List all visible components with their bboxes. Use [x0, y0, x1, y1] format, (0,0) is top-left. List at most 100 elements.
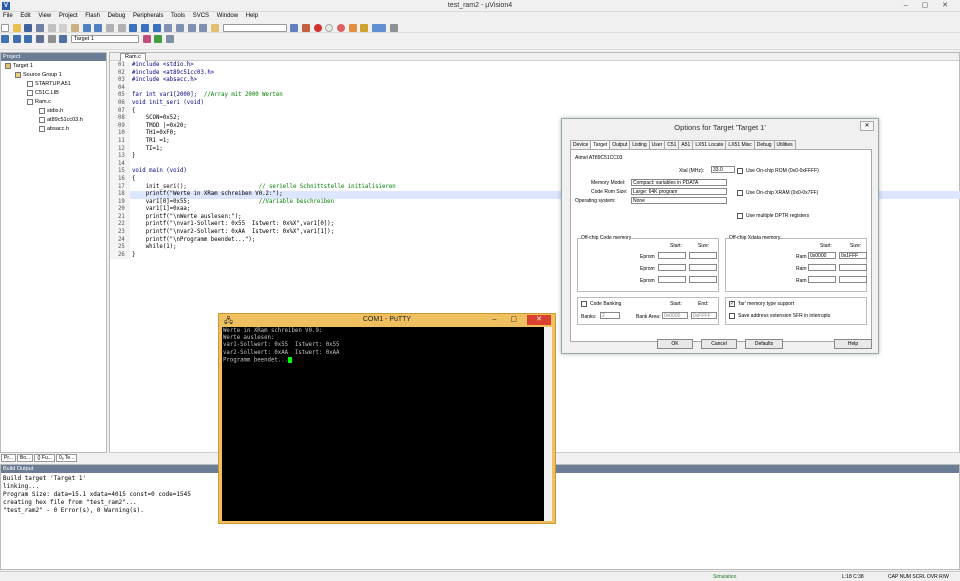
code-line[interactable]: 02 #include <at89c51cc03.h> — [110, 69, 960, 78]
dialog-close-button[interactable]: ✕ — [860, 121, 874, 131]
code-line[interactable]: 04 — [110, 84, 960, 93]
ram-size-3[interactable] — [839, 276, 867, 283]
tab-functions[interactable]: {} Fu... — [34, 454, 55, 462]
tree-target[interactable]: Target 1 — [5, 62, 106, 71]
wrench-icon[interactable] — [389, 24, 398, 32]
save-ext-checkbox[interactable] — [729, 313, 735, 319]
save-all-icon[interactable] — [36, 24, 45, 32]
terminal-output[interactable]: Werte in XRam schreiben V0.9: Werte ausle… — [222, 327, 544, 521]
window-controls[interactable]: – ▢ ✕ — [904, 1, 954, 9]
menu-tools[interactable]: Tools — [168, 12, 188, 20]
comment-icon[interactable] — [187, 24, 196, 32]
breakpoint-icon[interactable] — [325, 24, 334, 32]
eprom-size-2[interactable] — [689, 264, 717, 271]
new-file-icon[interactable] — [1, 24, 9, 32]
dptr-checkbox[interactable] — [737, 213, 743, 219]
xtal-input[interactable]: 33.0 — [711, 166, 735, 173]
stop-build-icon[interactable] — [47, 35, 56, 43]
target-options-icon[interactable] — [142, 35, 151, 43]
menu-flash[interactable]: Flash — [82, 12, 103, 20]
memory-model-select[interactable]: Compact: variables in PDATA — [631, 179, 727, 186]
tree-include[interactable]: at89c51cc03.h — [5, 116, 106, 125]
onchip-rom-checkbox[interactable] — [737, 168, 743, 174]
build-icon[interactable] — [12, 35, 21, 43]
translate-icon[interactable] — [1, 35, 9, 43]
save-icon[interactable] — [24, 24, 33, 32]
select-packs-icon[interactable] — [166, 35, 175, 43]
onchip-xram-checkbox[interactable] — [737, 190, 743, 196]
find-icon[interactable] — [290, 24, 299, 32]
copy-icon[interactable] — [59, 24, 68, 32]
ram-start-3[interactable] — [808, 276, 836, 283]
tab-templates[interactable]: 0ₐ Te... — [55, 454, 78, 462]
cancel-button[interactable]: Cancel — [701, 339, 737, 349]
menu-help[interactable]: Help — [243, 12, 261, 20]
menu-peripherals[interactable]: Peripherals — [130, 12, 166, 20]
bank-end-input[interactable]: 0xFFFF — [691, 312, 717, 319]
paste-icon[interactable] — [71, 24, 80, 32]
menu-edit[interactable]: Edit — [17, 12, 33, 20]
unindent-icon[interactable] — [176, 24, 185, 32]
putty-min-max-controls[interactable]: – ▢ — [493, 314, 523, 326]
tab-books[interactable]: Bo... — [16, 454, 34, 462]
prev-bookmark-icon[interactable] — [141, 24, 150, 32]
debug-session-icon[interactable] — [313, 24, 322, 32]
navigate-forward-icon[interactable] — [117, 24, 126, 32]
ram-size-1[interactable]: 0x1FFF — [839, 252, 867, 259]
find-combobox[interactable] — [222, 24, 287, 32]
rebuild-icon[interactable] — [24, 35, 33, 43]
ram-size-2[interactable] — [839, 264, 867, 271]
open-folder-icon[interactable] — [12, 24, 21, 32]
eprom-start-1[interactable] — [658, 252, 686, 259]
undo-icon[interactable] — [82, 24, 91, 32]
disable-breakpoints-icon[interactable] — [348, 24, 357, 32]
batch-build-icon[interactable] — [36, 35, 45, 43]
menu-view[interactable]: View — [35, 12, 54, 20]
tree-file[interactable]: Ram.c — [5, 98, 106, 107]
uncomment-icon[interactable] — [199, 24, 208, 32]
eprom-size-3[interactable] — [689, 276, 717, 283]
menu-debug[interactable]: Debug — [105, 12, 129, 20]
configure-icon[interactable] — [372, 24, 387, 32]
menu-window[interactable]: Window — [214, 12, 241, 20]
ram-start-2[interactable] — [808, 264, 836, 271]
editor-tab-ram-c[interactable]: Ram.c — [120, 53, 146, 61]
putty-close-button[interactable]: ✕ — [527, 315, 551, 325]
download-icon[interactable] — [59, 35, 68, 43]
redo-icon[interactable] — [94, 24, 103, 32]
tree-include[interactable]: absacc.h — [5, 125, 106, 134]
target-select[interactable]: Target 1 — [71, 35, 140, 43]
bank-start-input[interactable]: 0x0000 — [662, 312, 688, 319]
ram-start-1[interactable]: 0x0000 — [808, 252, 836, 259]
code-line[interactable]: 07{ — [110, 107, 960, 116]
manage-components-icon[interactable] — [154, 35, 163, 43]
menu-svcs[interactable]: SVCS — [190, 12, 212, 20]
indent-icon[interactable] — [164, 24, 173, 32]
tree-include[interactable]: stdio.h — [5, 107, 106, 116]
tree-file[interactable]: STARTUP.A51 — [5, 80, 106, 89]
code-line[interactable]: 01 #include <stdio.h> — [110, 62, 960, 70]
incremental-find-icon[interactable] — [302, 24, 311, 32]
eprom-start-3[interactable] — [658, 276, 686, 283]
menu-file[interactable]: File — [0, 12, 16, 20]
code-rom-select[interactable]: Large: 64K program — [631, 188, 727, 195]
next-bookmark-icon[interactable] — [152, 24, 161, 32]
cut-icon[interactable] — [47, 24, 56, 32]
menu-project[interactable]: Project — [56, 12, 81, 20]
defaults-button[interactable]: Defaults — [745, 339, 783, 349]
tree-group[interactable]: Source Group 1 — [5, 71, 106, 80]
help-button[interactable]: Help — [834, 339, 872, 349]
os-select[interactable]: None — [631, 197, 727, 204]
navigate-back-icon[interactable] — [106, 24, 115, 32]
bookmark-icon[interactable] — [129, 24, 138, 32]
far-memory-checkbox[interactable]: ✓ — [729, 301, 735, 307]
code-line[interactable]: 05 far int var1[2000]; //Array mit 2000 W… — [110, 92, 960, 100]
kill-breakpoints-icon[interactable] — [337, 24, 346, 32]
window-layout-icon[interactable] — [360, 24, 369, 32]
eprom-size-1[interactable] — [689, 252, 717, 259]
code-banking-checkbox[interactable] — [581, 301, 587, 307]
code-line[interactable]: 06 void init_seri (void) — [110, 99, 960, 108]
banks-select[interactable]: 2 — [600, 312, 620, 319]
terminal-scrollbar[interactable] — [544, 327, 552, 521]
ok-button[interactable]: OK — [657, 339, 693, 349]
